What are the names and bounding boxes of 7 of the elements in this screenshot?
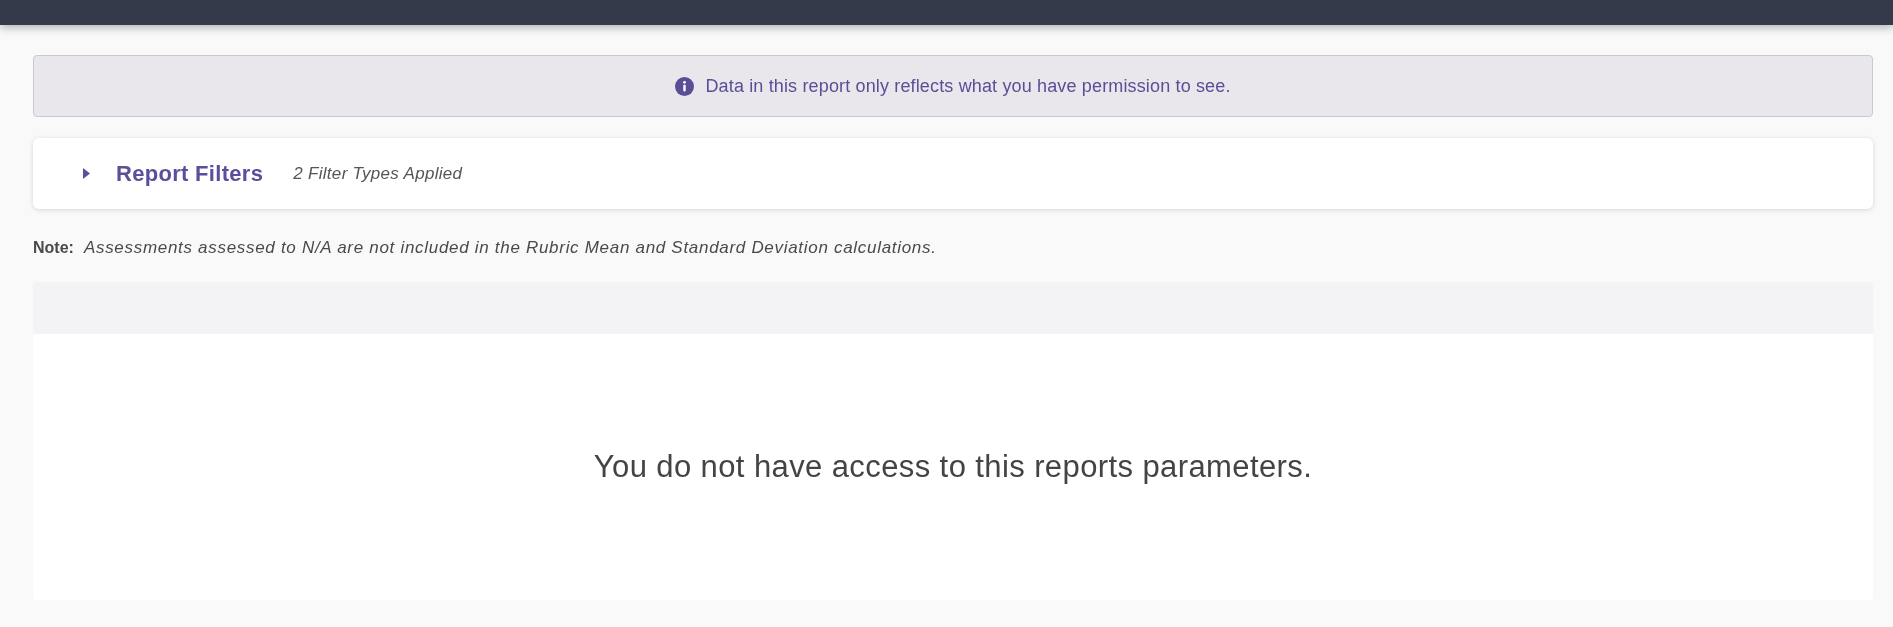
info-message: Data in this report only reflects what you have permission to see. xyxy=(705,75,1231,97)
no-access-message: You do not have access to this reports parameters. xyxy=(593,449,1313,485)
note-label: Note: xyxy=(33,239,74,257)
filters-summary: 2 Filter Types Applied xyxy=(293,163,463,184)
report-filters-toggle[interactable]: Report Filters xyxy=(83,160,264,187)
note-text: Assessments assessed to N/A are not included in the Rubric Mean and Standard Deviation calculations. xyxy=(83,238,937,258)
info-icon xyxy=(675,76,695,96)
